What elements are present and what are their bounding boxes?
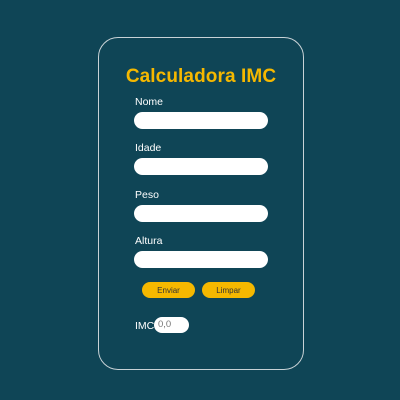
idade-label: Idade bbox=[135, 142, 162, 154]
imc-result-output[interactable]: 0,0 bbox=[154, 317, 189, 333]
nome-label: Nome bbox=[135, 96, 164, 108]
imc-label: IMC bbox=[135, 320, 155, 332]
altura-label: Altura bbox=[135, 235, 163, 247]
nome-input[interactable] bbox=[134, 112, 268, 129]
peso-input[interactable] bbox=[134, 205, 268, 222]
peso-label: Peso bbox=[135, 189, 159, 201]
altura-input[interactable] bbox=[134, 251, 268, 268]
enviar-button[interactable]: Enviar bbox=[142, 282, 195, 298]
limpar-button[interactable]: Limpar bbox=[202, 282, 255, 298]
idade-input[interactable] bbox=[134, 158, 268, 175]
page-title: Calculadora IMC bbox=[125, 66, 277, 87]
imc-calculator-card: Calculadora IMC Nome Idade Peso Altura E… bbox=[98, 37, 304, 370]
